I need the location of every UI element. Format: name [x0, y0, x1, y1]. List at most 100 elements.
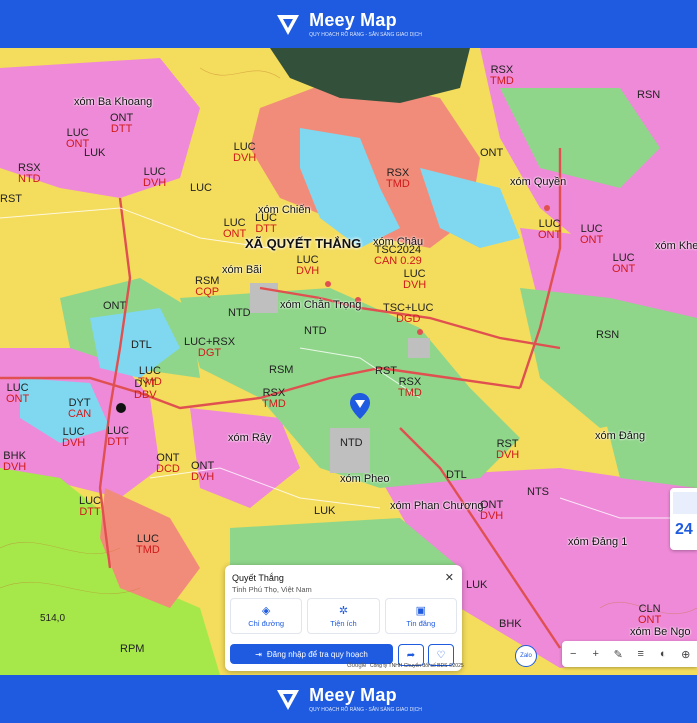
landuse-label: ONT	[480, 147, 504, 159]
side-panel[interactable]: 24	[670, 488, 697, 550]
brand-tagline: QUY HOẠCH RÕ RÀNG - SẴN SÀNG GIAO DỊCH	[309, 32, 422, 38]
landuse-label: LUC DTT	[255, 212, 278, 235]
landuse-label: LUC DVH	[233, 141, 257, 164]
landuse-label: LUC	[190, 182, 213, 194]
location-pin-icon[interactable]	[350, 393, 370, 419]
listing-icon: ▣	[415, 605, 427, 617]
place-label: xóm Đảng	[595, 430, 646, 442]
close-icon[interactable]: ✕	[445, 571, 454, 584]
brand-logo[interactable]: Meey Map QUY HOẠCH RÕ RÀNG - SẴN SÀNG GI…	[275, 10, 422, 38]
landuse-label: CLN ONT	[638, 603, 662, 626]
login-label: Đăng nhập để tra quy hoạch	[266, 649, 368, 659]
landuse-label: LUC ONT	[6, 382, 30, 405]
landuse-label: LUC DTT	[79, 495, 102, 518]
utilities-label: Tiện ích	[330, 619, 357, 628]
google-logo: Google	[347, 663, 367, 669]
heart-icon: ♡	[436, 649, 446, 661]
utilities-button[interactable]: ✲ Tiện ích	[307, 598, 380, 634]
popup-title: Quyết Thắng	[232, 573, 284, 583]
commune-label: XÃ QUYẾT THẮNG	[245, 236, 362, 251]
landuse-label: TSC2024 CAN 0.29	[374, 244, 422, 267]
login-icon: ⇥	[255, 649, 262, 659]
landuse-label: NTD	[304, 325, 327, 337]
place-label: xóm Pheo	[340, 473, 390, 485]
grey-zone-label: NTD	[340, 437, 363, 449]
landuse-label: BHK	[499, 618, 522, 630]
meey-logo-icon	[277, 15, 300, 35]
landuse-label: RSM CQP	[195, 275, 220, 298]
landuse-label: LUK	[314, 505, 336, 517]
utilities-icon: ✲	[338, 605, 349, 617]
place-label: xóm Bãi	[222, 264, 262, 276]
landuse-label: LUC ONT	[223, 217, 247, 240]
elevation-label: 514,0	[40, 613, 66, 624]
brand-name: Meey Map	[309, 10, 397, 30]
landuse-label: RSM	[269, 364, 294, 376]
zoom-in-icon[interactable]: +	[589, 648, 603, 660]
landuse-label: LUK	[84, 147, 106, 159]
landuse-label: RST	[0, 193, 22, 205]
place-label: xóm Quyền	[510, 176, 567, 188]
listing-label: Tin đăng	[406, 619, 436, 628]
landuse-label: ONT DVH	[480, 499, 504, 522]
place-label: xóm Phan Chương	[390, 500, 484, 512]
landuse-label: RSX TMD	[262, 387, 286, 410]
landuse-label: RSN	[637, 89, 661, 101]
landuse-label: ONT	[103, 300, 127, 312]
landuse-label: ONT DVH	[191, 460, 215, 483]
landuse-label: RST DVH	[496, 438, 520, 461]
meey-logo-icon	[277, 690, 300, 710]
landuse-label: BHK DVH	[3, 450, 27, 473]
landuse-label: LUC ONT	[538, 218, 562, 241]
top-brand-bar: Meey Map QUY HOẠCH RÕ RÀNG - SẴN SÀNG GI…	[0, 0, 697, 48]
location-popup: Quyết Thắng Tỉnh Phú Thọ, Việt Nam ✕ ◈ C…	[225, 565, 462, 671]
compass-icon[interactable]: ◐	[656, 648, 670, 660]
side-panel-number: 24	[675, 521, 693, 538]
landuse-label: RSX NTD	[18, 162, 41, 185]
brand-tagline: QUY HOẠCH RÕ RÀNG - SẴN SÀNG GIAO DỊCH	[309, 707, 422, 713]
ruler-icon[interactable]: ✎	[611, 648, 625, 661]
brand-name: Meey Map	[309, 685, 397, 705]
directions-button[interactable]: ◈ Chỉ đường	[230, 598, 303, 634]
listing-button[interactable]: ▣ Tin đăng	[384, 598, 457, 634]
landuse-label: LUK	[466, 579, 488, 591]
place-label: xóm Chằn Trọng	[280, 299, 362, 311]
layers-icon[interactable]: ≡	[634, 648, 648, 660]
landuse-label: RST	[375, 365, 397, 377]
popup-subtitle: Tỉnh Phú Thọ, Việt Nam	[232, 585, 312, 594]
directions-label: Chỉ đường	[248, 619, 285, 628]
landuse-label: LUC DVH	[403, 268, 427, 291]
attribution: Công ty TNHH Chuyển đổi số BĐS ©2025	[370, 663, 464, 669]
place-label: xóm Be Ngo	[630, 626, 691, 638]
landuse-label: RPM	[120, 643, 145, 655]
landuse-label: ONT DCD	[156, 452, 180, 475]
landuse-label: ONT DTT	[110, 112, 134, 135]
bottom-brand-bar: Meey Map QUY HOẠCH RÕ RÀNG - SẴN SÀNG GI…	[0, 675, 697, 723]
place-label: xóm Đảng 1	[568, 536, 628, 548]
landuse-label: DTL	[131, 339, 152, 351]
place-label: xóm Rậy	[228, 432, 272, 444]
directions-icon: ◈	[261, 605, 271, 617]
popup-actions: ◈ Chỉ đường ✲ Tiện ích ▣ Tin đăng	[230, 598, 457, 634]
landuse-label: LUC DVH	[62, 426, 86, 449]
zoom-out-icon[interactable]: −	[566, 648, 580, 660]
landuse-label: LUC DVH	[143, 166, 167, 189]
landuse-label: RSX TMD	[490, 64, 514, 87]
landuse-label: LUC DVH	[296, 254, 320, 277]
landuse-label: DYT CAN	[68, 397, 92, 420]
landuse-label: LUC TMD	[138, 365, 162, 388]
landuse-label: TSC+LUC DGD	[383, 302, 434, 325]
locate-icon[interactable]: ⊕	[679, 648, 693, 661]
login-button[interactable]: ⇥ Đăng nhập để tra quy hoạch	[230, 644, 393, 664]
share-icon: ➦	[406, 649, 416, 661]
place-label: xóm Ba Khoang	[74, 96, 153, 108]
landuse-label: RSX TMD	[386, 167, 410, 190]
landuse-label: NTD	[228, 307, 251, 319]
landuse-label: LUC+RSX DGT	[184, 336, 236, 359]
landuse-label: LUC DTT	[107, 425, 130, 448]
brand-logo-footer[interactable]: Meey Map QUY HOẠCH RÕ RÀNG - SẴN SÀNG GI…	[275, 685, 422, 713]
zalo-button[interactable]: Zalo	[515, 645, 537, 667]
landuse-label: LUC TMD	[136, 533, 160, 556]
place-label: xóm Khe	[655, 240, 697, 252]
landuse-label: DTL	[446, 469, 467, 481]
